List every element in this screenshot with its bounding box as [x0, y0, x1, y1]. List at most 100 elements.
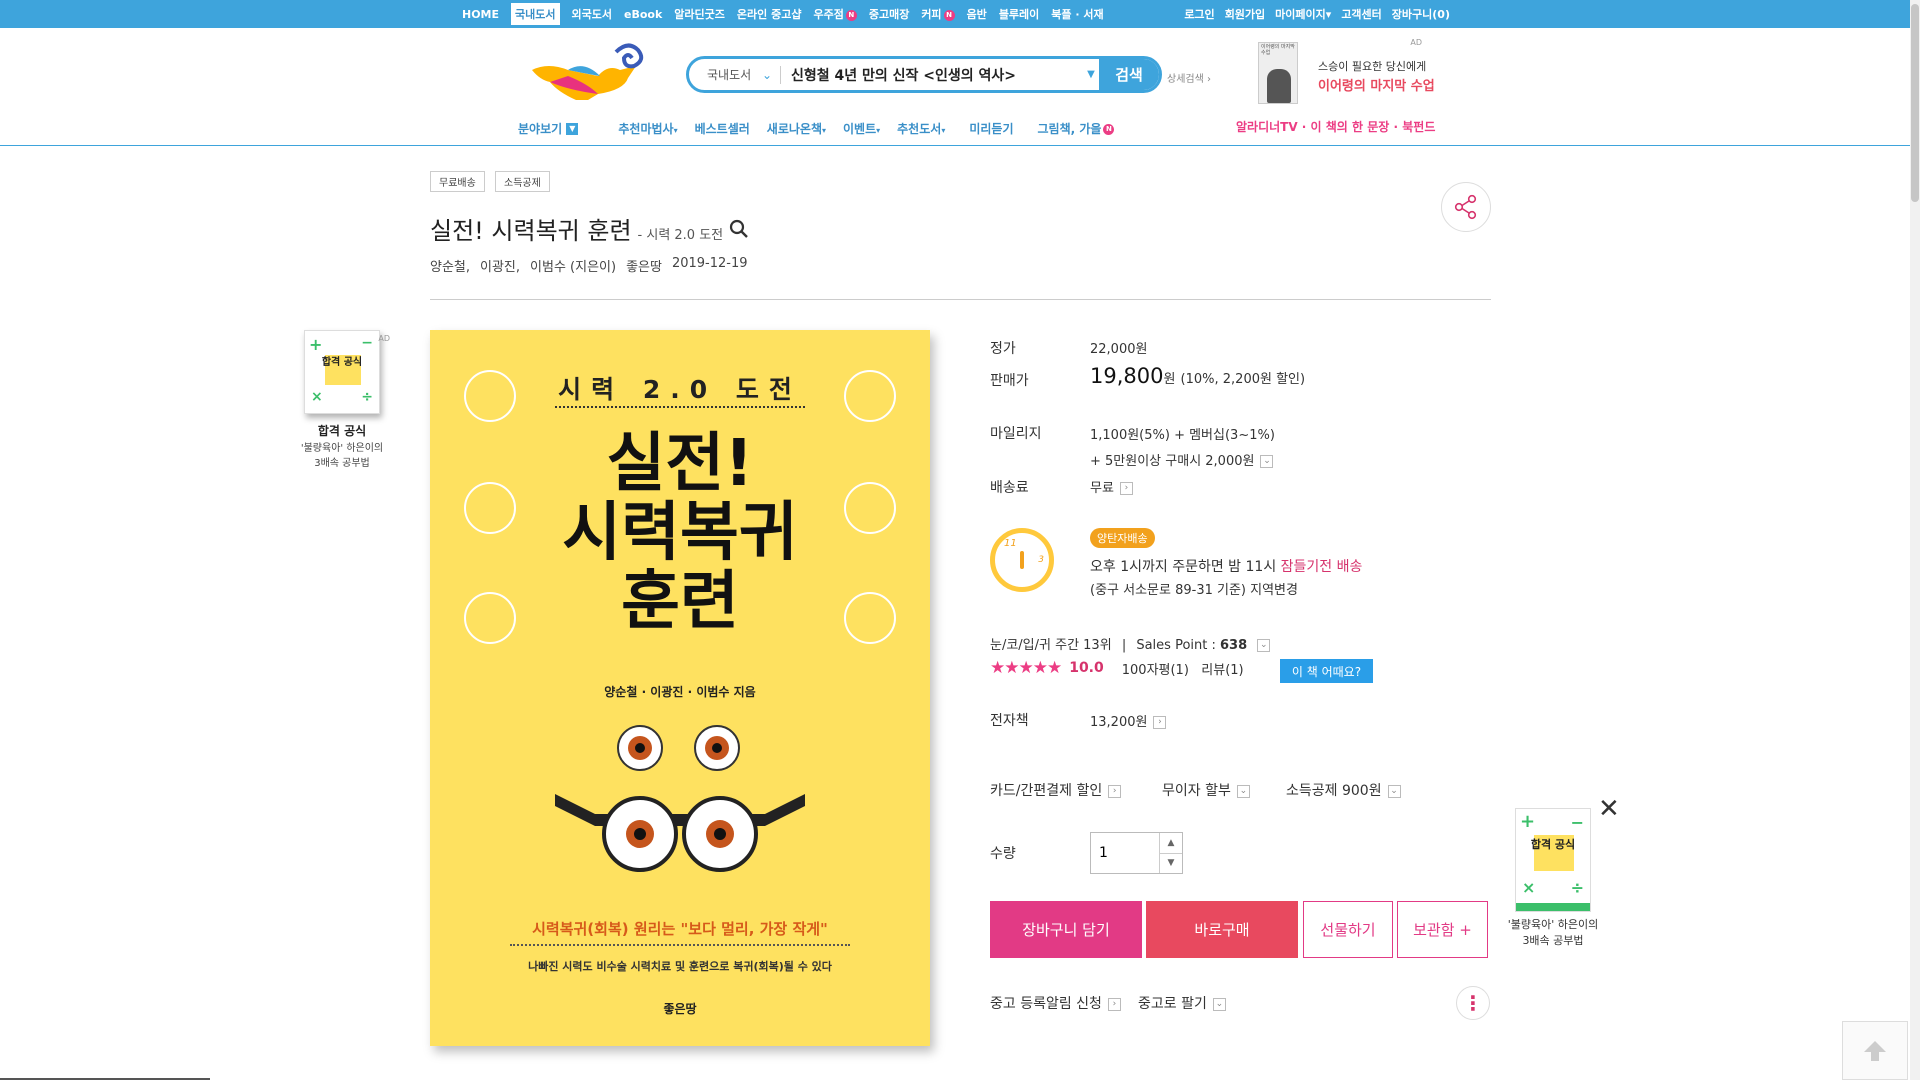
plus-icon: + [1520, 811, 1536, 832]
aladin-logo[interactable] [528, 40, 654, 102]
chevron-down-icon: ▼ [566, 123, 579, 135]
share-icon [1454, 194, 1477, 220]
used-alert[interactable]: 중고 등록알림 신청 › [990, 993, 1121, 1013]
catnav-new[interactable]: 새로나온책▾ [767, 120, 826, 137]
topnav-goods[interactable]: 알라딘굿즈 [674, 6, 725, 22]
catnav-wizard-label: 추천마법사 [618, 121, 674, 136]
portrait-icon [1267, 69, 1291, 103]
right-ad-line2: 3배속 공부법 [1522, 934, 1584, 947]
sale-price-unit: 원 [1163, 372, 1176, 387]
topnav-coffee[interactable]: 커피 N [921, 6, 955, 22]
search-button[interactable]: 검색 [1099, 59, 1159, 90]
cart-link[interactable]: 장바구니(0) [1392, 6, 1450, 22]
rank-text[interactable]: 눈/코/입/귀 주간 13위 [990, 638, 1112, 653]
quantity-stepper: ▲ ▼ [1090, 832, 1183, 874]
sell-used-label: 중고로 팔기 [1138, 996, 1207, 1012]
catnav-recommend[interactable]: 추천도서▾ [897, 120, 945, 137]
scrollbar-thumb[interactable] [1911, 4, 1919, 202]
add-to-cart-button[interactable]: 장바구니 담기 [990, 901, 1142, 958]
ebook-price[interactable]: 13,200원 [1090, 715, 1147, 730]
arrow-right-icon: › [1107, 997, 1121, 1011]
chevron-down-icon: ▾ [941, 125, 946, 135]
search-input[interactable] [781, 60, 1083, 89]
arrow-right-icon[interactable]: › [1119, 482, 1133, 495]
sell-used[interactable]: 중고로 팔기 ⌄ [1138, 993, 1226, 1013]
header-ad[interactable]: 이어령의 마지막 수업 AD 스승이 필요한 당신에게 이어령의 마지막 수업 [1258, 38, 1435, 106]
review-counts[interactable]: 100자평(1) 리뷰(1) [1122, 659, 1244, 678]
buy-now-button[interactable]: 바로구매 [1146, 901, 1298, 958]
topnav-bookple[interactable]: 북플 · 서재 [1051, 6, 1103, 22]
keep-button[interactable]: 보관함 + [1397, 901, 1488, 958]
left-side-ad[interactable]: 합격 공식 + − × ÷ AD 합격 공식 '불량육아' 하은이의 3배속 공… [298, 330, 390, 469]
delivery-line2[interactable]: (중구 서소문로 89-31 기준) 지역변경 [1090, 579, 1298, 598]
catnav-browse[interactable]: 분야보기 ▼ [518, 120, 579, 137]
sale-price-value: 19,800 [1090, 364, 1164, 388]
author-link[interactable]: 이광진, [480, 256, 520, 275]
promo-links[interactable]: 알라디너TV · 이 책의 한 문장 · 북펀드 [1236, 118, 1435, 135]
topnav-used-store[interactable]: 중고매장 [869, 6, 909, 22]
customer-center-link[interactable]: 고객센터 [1341, 6, 1381, 22]
topnav-bluray[interactable]: 블루레이 [999, 6, 1039, 22]
catnav-event[interactable]: 이벤트▾ [843, 120, 880, 137]
clock-11: 11 [1004, 538, 1017, 549]
chevron-down-icon: ▾ [876, 125, 881, 135]
scroll-to-top-button[interactable] [1842, 1021, 1908, 1080]
topnav-foreign-books[interactable]: 외국도서 [572, 6, 612, 22]
chart-icon [464, 592, 516, 644]
topnav-online-used[interactable]: 온라인 중고샵 [737, 6, 802, 22]
catnav-wizard[interactable]: 추천마법사▾ [618, 120, 677, 137]
how-about-button[interactable]: 이 책 어때요? [1280, 659, 1373, 683]
search-category-select[interactable]: 국내도서 ⌄ [689, 65, 781, 84]
mypage-link[interactable]: 마이페이지▾ [1275, 6, 1331, 22]
catnav-bestseller[interactable]: 베스트셀러 [695, 120, 750, 137]
eyes-icon [844, 370, 896, 422]
chevron-down-icon[interactable]: ⌄ [1260, 455, 1274, 468]
topnav-music[interactable]: 음반 [967, 6, 987, 22]
gift-button[interactable]: 선물하기 [1303, 901, 1393, 958]
search-icon[interactable] [729, 219, 749, 239]
quantity-input[interactable] [1091, 833, 1159, 873]
chevron-down-icon: ▾ [1325, 8, 1332, 21]
book-cover[interactable]: 시력 2.0 도전 실전! 시력복귀 훈련 양순철 · 이광진 · 이범수 지음… [430, 330, 930, 1046]
ad-label: AD [378, 334, 390, 343]
catnav-audio[interactable]: 미리듣기 [969, 120, 1013, 137]
new-badge: N [943, 9, 955, 21]
right-floating-ad[interactable]: 합격 공식 + − × ÷ '불량육아' 하은이의 3배속 공부법 [1500, 808, 1606, 948]
cover-slogan-rule [510, 944, 850, 946]
list-price-label: 정가 [990, 341, 1016, 357]
advanced-search-link[interactable]: 상세검색 › [1167, 70, 1211, 85]
shipping-value-text: 무료 [1090, 481, 1114, 496]
topnav-home[interactable]: HOME [462, 8, 499, 21]
more-options-button[interactable]: ⋮ [1456, 986, 1490, 1020]
catnav-picturebook[interactable]: 그림책, 가을 N [1038, 120, 1115, 137]
tax-deduction[interactable]: 소득공제 900원 ⌄ [1286, 780, 1401, 800]
card-discount[interactable]: 카드/간편결제 할인 › [990, 780, 1122, 800]
publisher-link[interactable]: 좋은땅 [626, 256, 662, 275]
author-link[interactable]: 양순철, [430, 256, 470, 275]
chevron-down-icon[interactable]: ⌄ [1257, 639, 1271, 652]
quantity-down-icon[interactable]: ▼ [1160, 854, 1182, 874]
chevron-down-icon: ▾ [821, 125, 826, 135]
topnav-space-store[interactable]: 우주점 N [813, 6, 857, 22]
delivery-line1-text: 오후 1시까지 주문하면 밤 11시 [1090, 559, 1281, 575]
chevron-down-icon: ⌄ [1387, 784, 1401, 798]
search-dropdown-icon[interactable]: ▼ [1083, 69, 1099, 80]
installment[interactable]: 무이자 할부 ⌄ [1162, 780, 1250, 800]
quantity-label: 수량 [990, 846, 1016, 862]
new-badge: N [1103, 123, 1115, 135]
login-link[interactable]: 로그인 [1184, 6, 1214, 22]
quantity-up-icon[interactable]: ▲ [1160, 833, 1182, 854]
topnav-ebook[interactable]: eBook [624, 8, 662, 21]
signup-link[interactable]: 회원가입 [1225, 6, 1265, 22]
cover-authors: 양순철 · 이광진 · 이범수 지음 [604, 685, 756, 699]
search-category-label: 국내도서 [707, 68, 752, 82]
author-link[interactable]: 이범수 (지은이) [530, 256, 616, 275]
arrow-right-icon[interactable]: › [1153, 716, 1167, 729]
catnav-browse-label: 분야보기 [518, 121, 563, 136]
chevron-down-icon: ⌄ [761, 67, 772, 82]
share-button[interactable] [1441, 182, 1491, 232]
topnav-domestic-books[interactable]: 국내도서 [511, 3, 560, 25]
right-ad-cover-band [1516, 903, 1590, 911]
card-discount-label: 카드/간편결제 할인 [990, 783, 1103, 799]
divide-icon: ÷ [361, 389, 373, 405]
